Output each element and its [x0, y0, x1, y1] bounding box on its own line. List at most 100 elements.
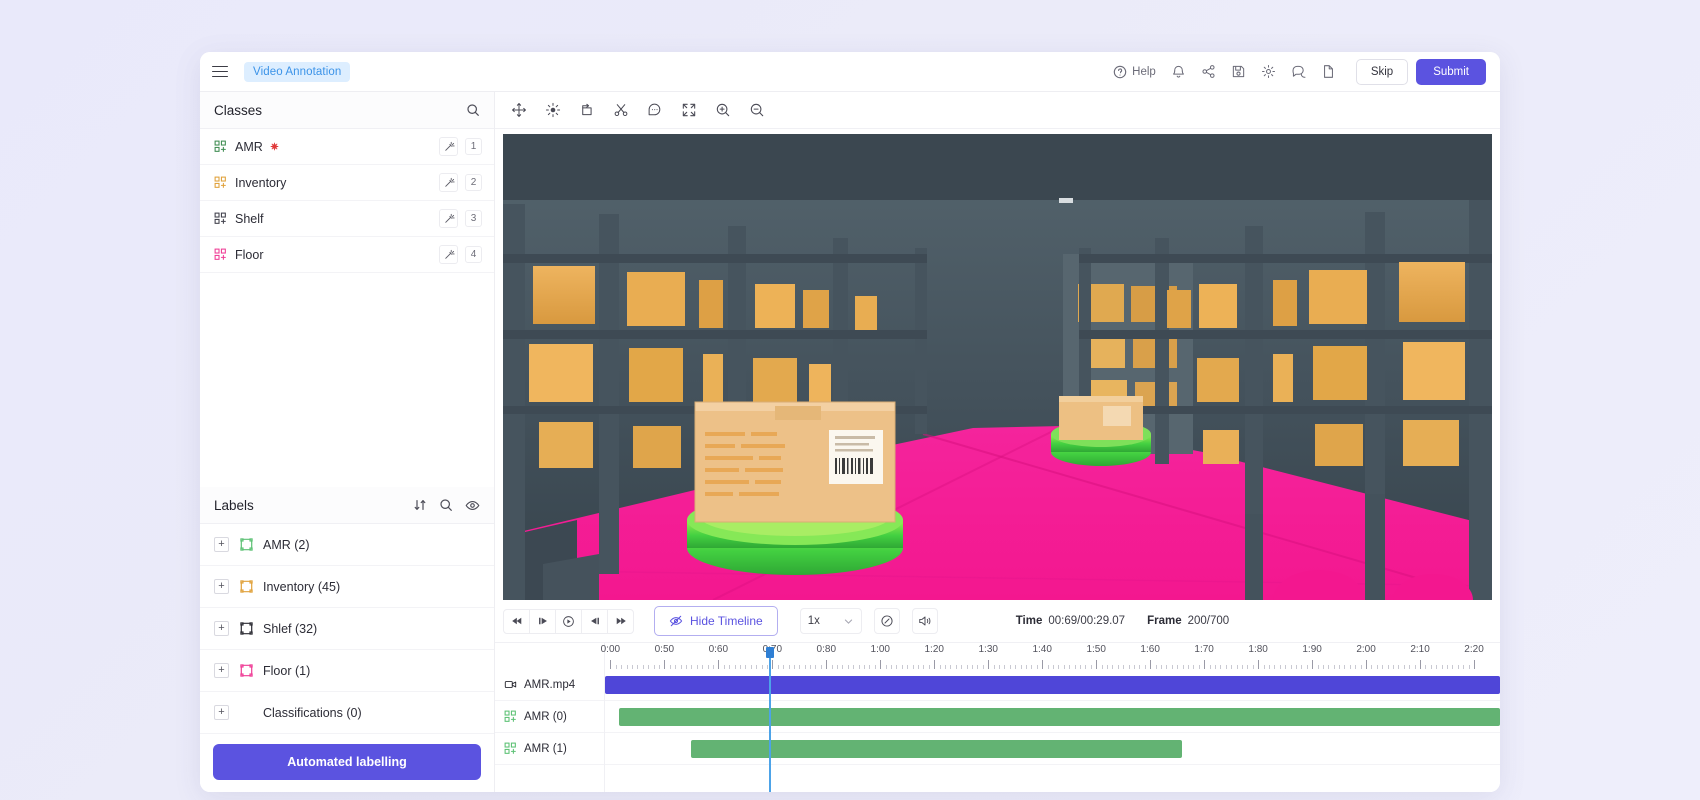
segmentation-icon: [504, 742, 517, 755]
document-icon[interactable]: [1314, 57, 1344, 87]
hide-timeline-button[interactable]: Hide Timeline: [654, 606, 778, 636]
ruler-tick: [664, 660, 665, 669]
label-row[interactable]: + Floor (1): [200, 650, 494, 692]
video-canvas[interactable]: [503, 134, 1492, 600]
move-icon[interactable]: [503, 96, 535, 124]
zoom-out-icon[interactable]: [741, 96, 773, 124]
timeline: AMR.mp4AMR (0)AMR (1) 0:000:500:600:700:…: [495, 643, 1500, 792]
sidebar-spacer: [200, 273, 494, 487]
rotate-rect-icon[interactable]: [571, 96, 603, 124]
class-magic-wand-icon[interactable]: [439, 209, 458, 228]
label-name: Shlef (32): [263, 622, 317, 636]
class-name: AMR: [235, 140, 263, 154]
expand-plus-icon[interactable]: +: [214, 663, 229, 678]
timeline-tracks[interactable]: 0:000:500:600:700:801:001:201:301:401:50…: [605, 643, 1500, 792]
class-segmentation-icon: [214, 248, 227, 261]
ruler-tick-label: 1:00: [871, 644, 890, 655]
playhead-knob[interactable]: [766, 647, 774, 658]
timeline-track[interactable]: [605, 669, 1500, 701]
fullscreen-icon[interactable]: [673, 96, 705, 124]
gear-icon[interactable]: [1254, 57, 1284, 87]
ruler-tick-label: 2:20: [1464, 644, 1483, 655]
ruler-tick-label: 0:80: [817, 644, 836, 655]
class-row-shelf[interactable]: Shelf3: [200, 201, 494, 237]
step-back-icon[interactable]: [529, 609, 556, 634]
submit-button[interactable]: Submit: [1416, 59, 1486, 85]
amr-robot-2: [1051, 396, 1151, 466]
ruler-tick-label: 2:00: [1356, 644, 1375, 655]
expand-plus-icon[interactable]: +: [214, 579, 229, 594]
playback-bar: Hide Timeline 1x: [495, 600, 1500, 643]
interpolate-icon[interactable]: [874, 608, 900, 634]
ruler-tick: [1420, 660, 1421, 669]
ruler-tick-label: 2:10: [1410, 644, 1429, 655]
class-row-inventory[interactable]: Inventory2: [200, 165, 494, 201]
class-magic-wand-icon[interactable]: [439, 245, 458, 264]
automated-labelling-button[interactable]: Automated labelling: [213, 744, 481, 780]
timeline-playhead[interactable]: [769, 656, 771, 792]
timeline-track-label[interactable]: AMR (0): [495, 701, 604, 733]
label-shape-icon: [240, 580, 253, 593]
skip-back-icon[interactable]: [503, 609, 530, 634]
label-name: Classifications (0): [263, 706, 362, 720]
label-row[interactable]: + Inventory (45): [200, 566, 494, 608]
ruler-tick: [1258, 660, 1259, 669]
timeline-ruler[interactable]: 0:000:500:600:700:801:001:201:301:401:50…: [605, 643, 1500, 669]
labels-panel-header: Labels: [200, 487, 494, 524]
ruler-tick-label: 1:80: [1248, 644, 1267, 655]
label-name: Inventory (45): [263, 580, 340, 594]
brightness-icon[interactable]: [537, 96, 569, 124]
timeline-track[interactable]: [605, 701, 1500, 733]
timeline-bar[interactable]: [691, 740, 1182, 758]
class-segmentation-icon: [214, 140, 227, 153]
skip-button[interactable]: Skip: [1356, 59, 1408, 85]
ruler-tick-label: 1:60: [1140, 644, 1159, 655]
label-name: Floor (1): [263, 664, 310, 678]
video-frame-render: [503, 134, 1492, 600]
timeline-track-label[interactable]: AMR (1): [495, 733, 604, 765]
ruler-tick: [610, 660, 611, 669]
timeline-track-label[interactable]: AMR.mp4: [495, 669, 604, 701]
label-row[interactable]: + Shlef (32): [200, 608, 494, 650]
share-icon[interactable]: [1194, 57, 1224, 87]
timeline-bar[interactable]: [605, 676, 1500, 694]
scissors-icon[interactable]: [605, 96, 637, 124]
hamburger-icon[interactable]: [212, 66, 228, 78]
save-icon[interactable]: [1224, 57, 1254, 87]
label-row[interactable]: +AMR (2): [200, 524, 494, 566]
time-frame-info: Time 00:69/00:29.07 Frame 200/700: [1016, 615, 1252, 627]
playback-speed-select[interactable]: 1x: [800, 608, 862, 634]
ruler-tick: [1096, 660, 1097, 669]
class-row-amr[interactable]: AMR1: [200, 129, 494, 165]
zoom-in-icon[interactable]: [707, 96, 739, 124]
bell-icon[interactable]: [1164, 57, 1194, 87]
skip-forward-icon[interactable]: [607, 609, 634, 634]
class-name: Floor: [235, 248, 263, 262]
classes-search-icon[interactable]: [466, 103, 480, 117]
class-row-floor[interactable]: Floor4: [200, 237, 494, 273]
tab-video-annotation[interactable]: Video Annotation: [244, 62, 350, 82]
sort-icon[interactable]: [413, 498, 427, 512]
ruler-tick-label: 0:50: [655, 644, 674, 655]
class-segmentation-icon: [214, 176, 227, 189]
comment-icon[interactable]: [639, 96, 671, 124]
timeline-track[interactable]: [605, 733, 1500, 765]
help-label: Help: [1132, 66, 1156, 78]
help-button[interactable]: Help: [1109, 65, 1164, 79]
class-magic-wand-icon[interactable]: [439, 173, 458, 192]
volume-icon[interactable]: [912, 608, 938, 634]
play-icon[interactable]: [555, 609, 582, 634]
class-magic-wand-icon[interactable]: [439, 137, 458, 156]
expand-plus-icon[interactable]: +: [214, 621, 229, 636]
ruler-tick-label: 1:70: [1194, 644, 1213, 655]
timeline-bar[interactable]: [619, 708, 1500, 726]
ruler-ticks: [605, 660, 1500, 669]
canvas-wrapper: [495, 129, 1500, 600]
label-row[interactable]: + Classifications (0): [200, 692, 494, 734]
eye-icon[interactable]: [465, 498, 480, 513]
comment-icon[interactable]: [1284, 57, 1314, 87]
expand-plus-icon[interactable]: +: [214, 537, 229, 552]
labels-search-icon[interactable]: [439, 498, 453, 512]
step-forward-icon[interactable]: [581, 609, 608, 634]
expand-plus-icon[interactable]: +: [214, 705, 229, 720]
